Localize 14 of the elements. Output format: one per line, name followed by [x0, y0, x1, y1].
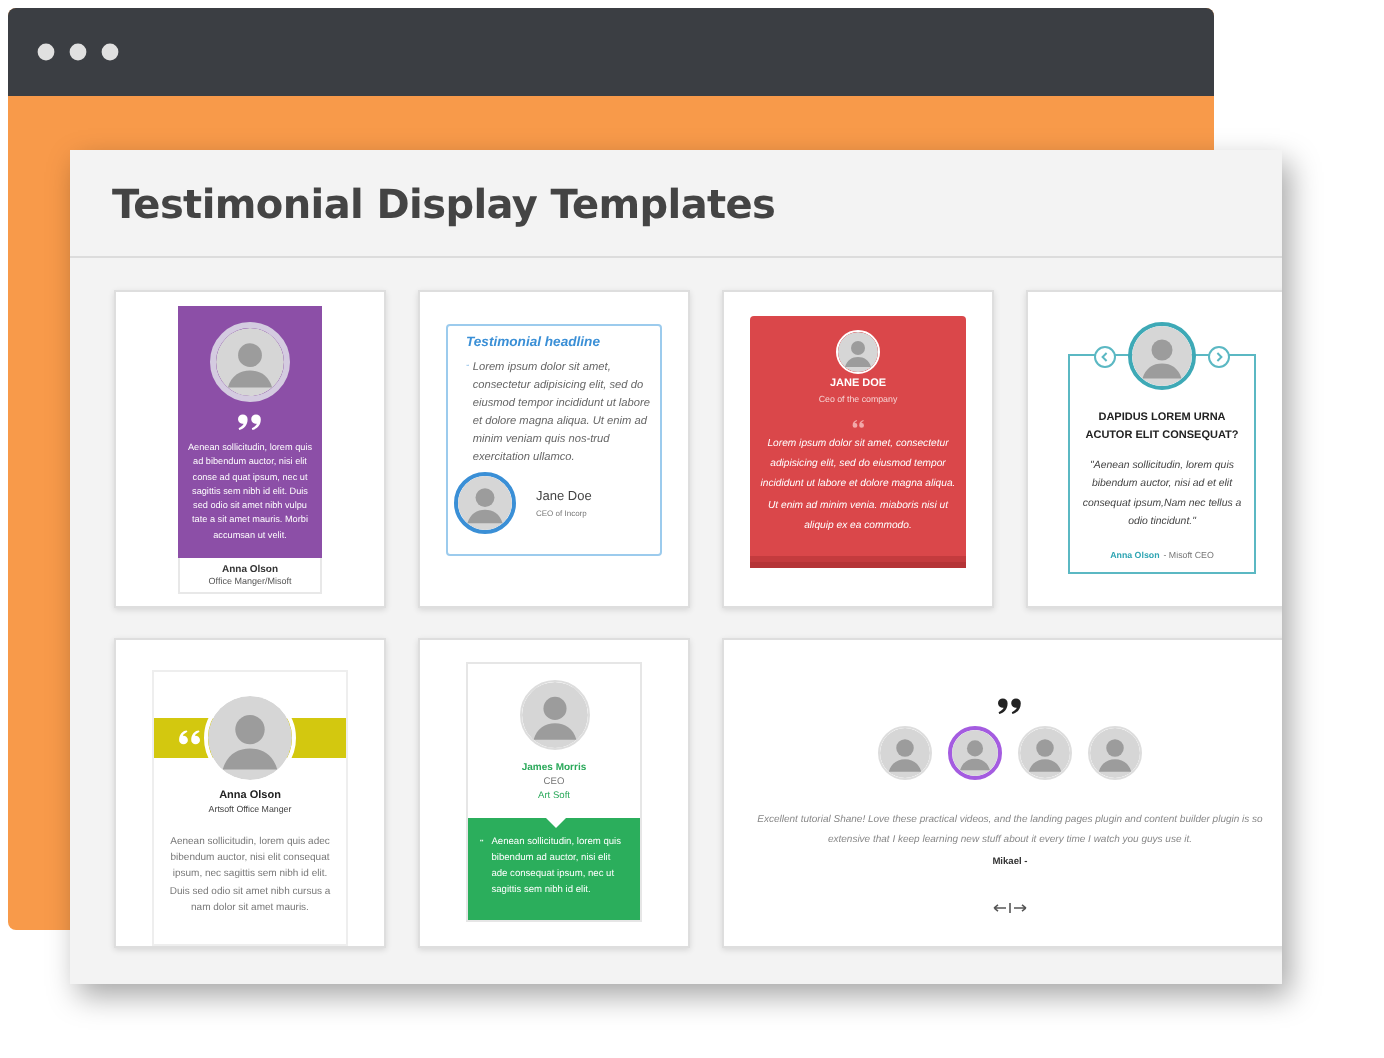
avatar	[210, 322, 290, 402]
template-card[interactable]	[114, 638, 386, 948]
template-card[interactable]	[722, 290, 994, 608]
panel-title: Testimonial Display Templates	[112, 179, 776, 227]
avatar	[204, 692, 296, 784]
template-card[interactable]	[114, 290, 386, 608]
avatar	[454, 472, 516, 535]
window-dots-icon	[36, 42, 120, 62]
pager-arrows-icon[interactable]	[992, 902, 1028, 914]
template-card[interactable]	[418, 290, 690, 608]
pointer-icon	[546, 818, 566, 828]
avatar	[519, 680, 589, 750]
avatar	[836, 330, 880, 374]
avatar	[1128, 322, 1196, 390]
